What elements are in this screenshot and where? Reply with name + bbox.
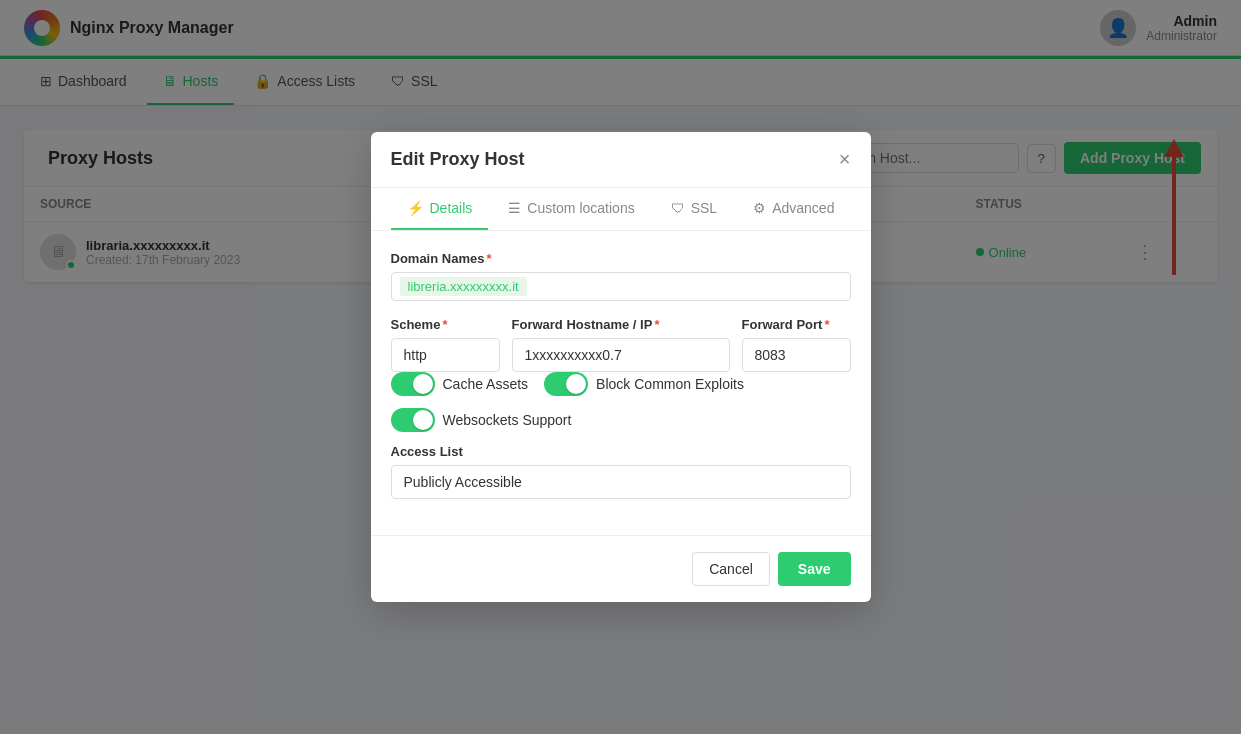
modal-title: Edit Proxy Host: [391, 149, 525, 170]
tab-details-label: Details: [430, 200, 473, 216]
modal-overlay[interactable]: Edit Proxy Host × ⚡ Details ☰ Custom loc…: [0, 0, 1241, 306]
domain-names-label: Domain Names*: [391, 251, 851, 266]
domain-tag: libreria.xxxxxxxxx.it: [400, 277, 527, 296]
domain-names-group: Domain Names* libreria.xxxxxxxxx.it: [391, 251, 851, 301]
tab-advanced[interactable]: ⚙ Advanced: [737, 188, 850, 230]
modal-close-button[interactable]: ×: [839, 148, 851, 171]
modal-body: Domain Names* libreria.xxxxxxxxx.it Sche…: [371, 231, 871, 306]
modal-tabs: ⚡ Details ☰ Custom locations 🛡 SSL ⚙ Adv…: [371, 188, 871, 231]
modal-header: Edit Proxy Host ×: [371, 132, 871, 188]
list-icon: ☰: [508, 200, 521, 216]
tab-custom-locations-label: Custom locations: [527, 200, 634, 216]
edit-proxy-host-modal: Edit Proxy Host × ⚡ Details ☰ Custom loc…: [371, 132, 871, 306]
gear-icon: ⚙: [753, 200, 766, 216]
tab-ssl[interactable]: 🛡 SSL: [655, 188, 733, 230]
bolt-icon: ⚡: [407, 200, 424, 216]
domain-names-input[interactable]: libreria.xxxxxxxxx.it: [391, 272, 851, 301]
tab-details[interactable]: ⚡ Details: [391, 188, 489, 230]
shield-icon-tab: 🛡: [671, 200, 685, 216]
tab-custom-locations[interactable]: ☰ Custom locations: [492, 188, 650, 230]
tab-ssl-label: SSL: [691, 200, 717, 216]
tab-advanced-label: Advanced: [772, 200, 834, 216]
